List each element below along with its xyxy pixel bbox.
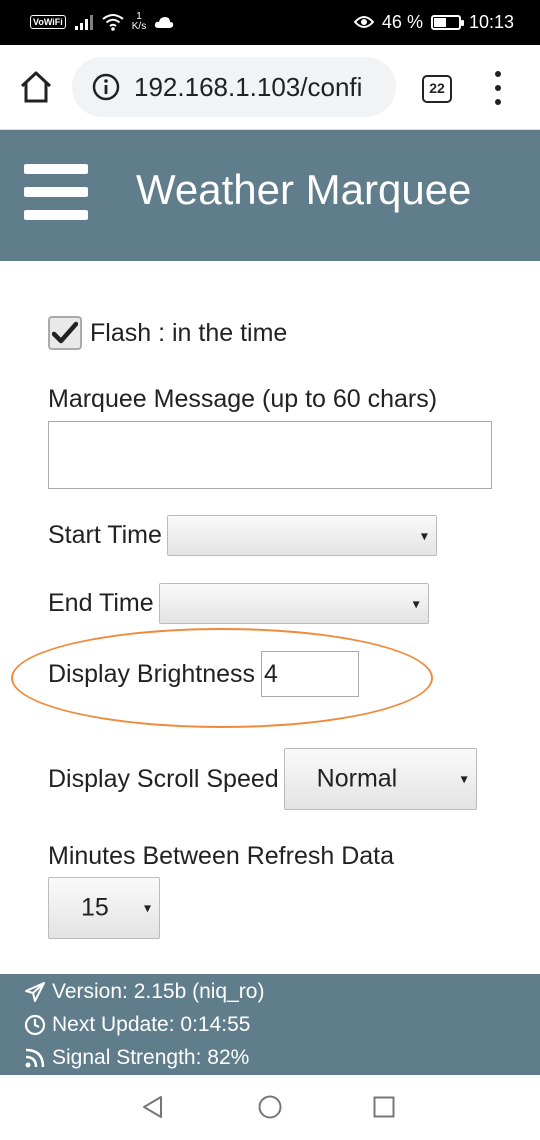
battery-percent: 46 % (381, 11, 423, 32)
system-nav-bar (0, 1075, 540, 1140)
address-bar[interactable]: 192.168.1.103/confi (72, 57, 396, 117)
status-bar: VoWiFi 1 K/s 46 % 10:13 (0, 0, 540, 45)
refresh-label: Minutes Between Refresh Data (48, 842, 395, 870)
brightness-input[interactable]: 4 (261, 651, 360, 697)
scroll-speed-select[interactable]: Normal ▾ (283, 748, 477, 810)
more-options-icon[interactable] (488, 71, 508, 105)
battery-icon (430, 14, 464, 30)
rss-icon (25, 1048, 45, 1068)
next-update-row: Next Update: 0:14:55 (24, 1013, 250, 1037)
paper-plane-icon (25, 982, 45, 1002)
end-time-label: End Time (48, 589, 154, 617)
brightness-row: Display Brightness 4 (48, 651, 360, 697)
vowifi-icon: VoWiFi (30, 15, 66, 29)
chevron-down-icon: ▾ (420, 527, 428, 543)
tab-switcher-button[interactable]: 22 (422, 75, 452, 103)
brightness-label: Display Brightness (48, 659, 256, 688)
chevron-down-icon: ▾ (143, 899, 151, 916)
marquee-message-input[interactable] (48, 421, 492, 489)
flash-label: Flash : in the time (90, 318, 288, 347)
hamburger-menu-icon[interactable] (24, 164, 88, 220)
version-row: Version: 2.15b (niq_ro) (24, 980, 264, 1004)
checkmark-icon (52, 321, 78, 344)
end-time-select[interactable]: ▾ (158, 583, 429, 624)
signal-icon (74, 15, 93, 30)
scroll-speed-row: Display Scroll Speed Normal ▾ (48, 748, 477, 810)
info-icon[interactable] (92, 73, 120, 101)
flash-checkbox[interactable] (48, 316, 82, 350)
start-time-select[interactable]: ▾ (166, 515, 437, 556)
start-time-label: Start Time (48, 521, 162, 549)
recent-apps-icon[interactable] (373, 1096, 395, 1118)
app-header: Weather Marquee (0, 130, 540, 261)
clock: 10:13 (468, 11, 514, 32)
chevron-down-icon: ▾ (412, 595, 420, 611)
url-text: 192.168.1.103/confi (134, 71, 363, 102)
flash-row: Flash : in the time (48, 316, 287, 350)
clock-icon (24, 1014, 46, 1036)
refresh-minutes-select[interactable]: 15 ▾ (48, 877, 160, 939)
home-circle-icon[interactable] (258, 1095, 282, 1119)
marquee-label: Marquee Message (up to 60 chars) (48, 385, 438, 413)
signal-row: Signal Strength: 82% (24, 1046, 249, 1070)
eye-icon (353, 16, 374, 28)
network-speed: 1 K/s (131, 11, 147, 32)
status-footer: Version: 2.15b (niq_ro) Next Update: 0:1… (0, 974, 540, 1075)
back-icon[interactable] (141, 1095, 165, 1119)
page-title: Weather Marquee (136, 166, 472, 213)
cloud-icon (155, 17, 174, 28)
home-icon[interactable] (18, 69, 54, 105)
start-time-row: Start Time ▾ (48, 515, 437, 556)
chevron-down-icon: ▾ (460, 770, 468, 787)
browser-toolbar: 192.168.1.103/confi 22 (0, 45, 540, 130)
wifi-icon (102, 14, 124, 31)
end-time-row: End Time ▾ (48, 583, 429, 624)
scroll-speed-label: Display Scroll Speed (48, 764, 279, 793)
